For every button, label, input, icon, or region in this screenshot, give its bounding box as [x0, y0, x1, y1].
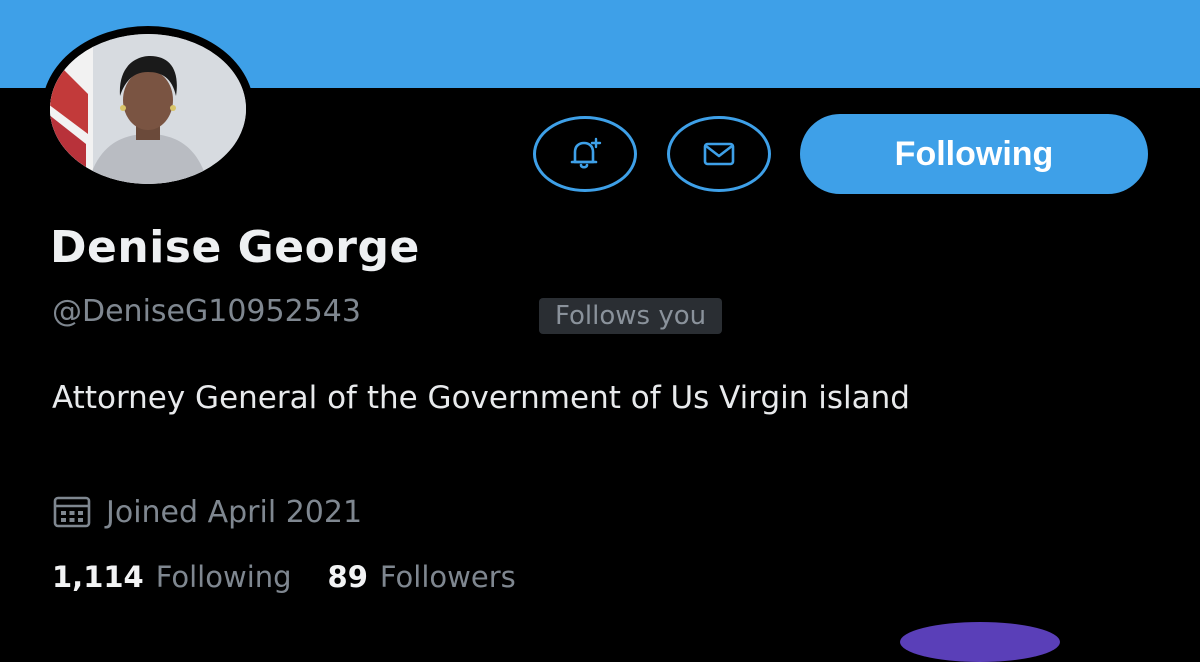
followers-label: Followers	[379, 560, 516, 594]
partial-fab[interactable]	[900, 622, 1060, 662]
follow-stats: 1,114 Following 89 Followers	[52, 560, 552, 594]
calendar-icon	[53, 496, 91, 528]
avatar[interactable]	[42, 26, 254, 192]
following-count: 1,114	[52, 560, 144, 594]
mail-icon	[703, 142, 735, 166]
joined-label: Joined April 2021	[106, 494, 363, 530]
following-label: Following	[155, 560, 292, 594]
notifications-button[interactable]	[533, 116, 637, 192]
following-stat[interactable]: 1,114 Following	[52, 560, 292, 594]
followers-stat[interactable]: 89 Followers	[328, 560, 516, 594]
avatar-photo	[50, 34, 246, 184]
following-button[interactable]: Following	[800, 114, 1148, 194]
bell-plus-icon	[570, 137, 602, 169]
follows-you-badge: Follows you	[539, 298, 723, 334]
profile-bio: Attorney General of the Government of Us…	[52, 380, 910, 416]
display-name: Denise George	[50, 222, 420, 273]
message-button[interactable]	[667, 116, 771, 192]
user-handle: @DeniseG10952543	[52, 294, 361, 329]
joined-date: Joined April 2021	[52, 494, 362, 530]
followers-count: 89	[327, 560, 368, 594]
